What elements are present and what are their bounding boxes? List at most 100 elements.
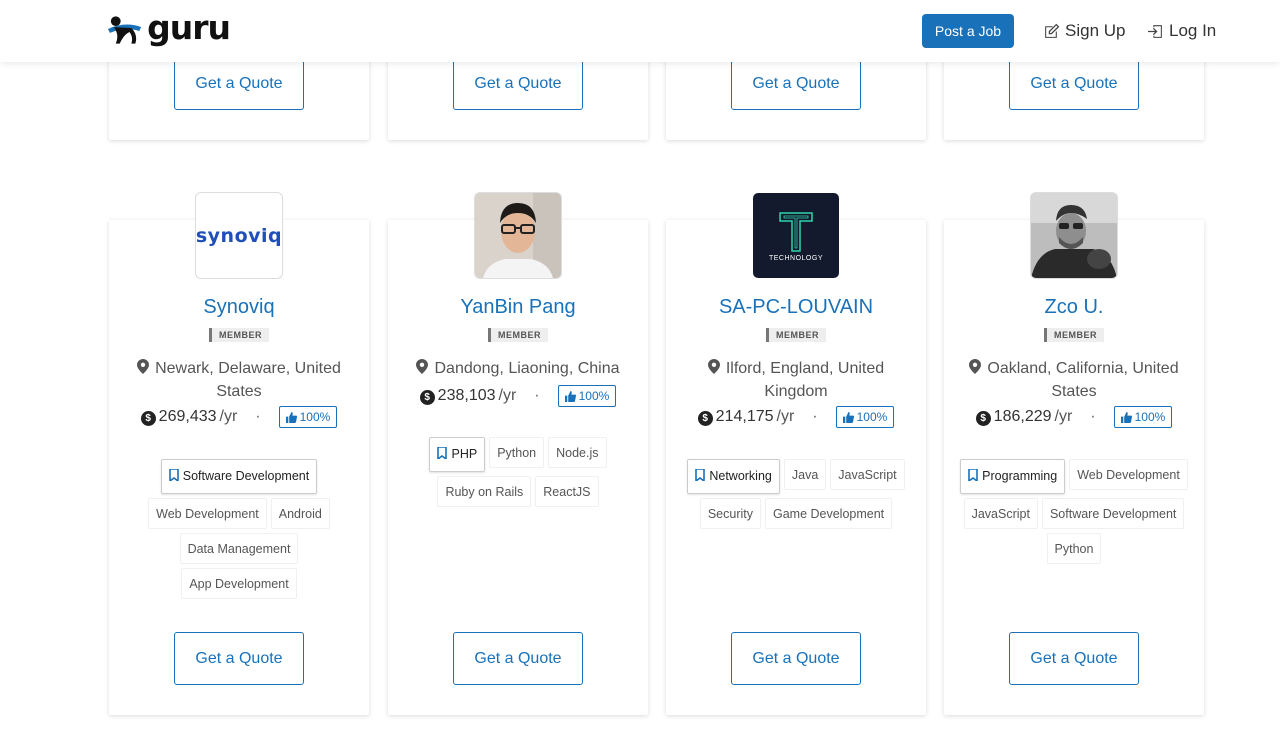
map-pin-icon [137,359,150,374]
freelancer-name[interactable]: YanBin Pang [388,296,648,319]
skill-tag[interactable]: Python [1046,533,1102,564]
dollar-icon: $ [697,411,713,426]
bookmark-icon [695,468,706,483]
member-badge: MEMBER [488,328,548,342]
rating-value: 100% [299,410,331,424]
location: Newark, Delaware, United States [129,357,349,403]
skill-tag[interactable]: Java [783,459,827,490]
synoviq-logo-text: synoviq [196,224,282,247]
skill-tag[interactable]: Game Development [764,498,893,529]
rating-badge: 100% [278,406,338,428]
freelancer-name[interactable]: Synoviq [109,296,369,319]
location: Oakland, California, United States [964,357,1184,403]
thumbs-up-icon [842,411,854,423]
earnings-row: $214,175/yr · 100% [666,406,926,428]
location-text: Ilford, England, United Kingdom [725,360,885,400]
skill-tag-primary[interactable]: Networking [687,459,780,494]
login-icon [1148,24,1162,38]
get-quote-button[interactable]: Get a Quote [453,632,583,685]
sign-up-link[interactable]: Sign Up [1043,19,1125,43]
skill-tag[interactable]: Software Development [1041,498,1185,529]
location-text: Dandong, Liaoning, China [434,360,620,377]
guru-figure-icon [107,16,142,44]
avatar[interactable]: TECHNOLOGY [753,193,839,278]
bookmark-icon [437,446,448,461]
freelancer-name[interactable]: Zco U. [944,296,1204,319]
earnings-period: /yr [219,408,238,425]
log-in-link[interactable]: Log In [1147,19,1216,43]
thumbs-up-icon [564,390,576,402]
freelancer-card: synoviq Synoviq MEMBER Newark, Delaware,… [109,193,369,715]
member-badge: MEMBER [1044,328,1104,342]
skill-tag[interactable]: Android [270,498,330,529]
log-in-label: Log In [1169,21,1217,40]
freelancer-card: TECHNOLOGY SA-PC-LOUVAIN MEMBER Ilford, … [666,193,926,715]
earnings-row: $269,433/yr · 100% [109,406,369,428]
dollar-icon: $ [419,390,435,405]
skill-tag[interactable]: JavaScript [963,498,1038,529]
separator-dot: · [1090,408,1096,425]
edit-icon [1045,23,1060,38]
skill-tag[interactable]: JavaScript [830,459,905,490]
post-job-button[interactable]: Post a Job [922,14,1014,48]
logo-text: guru [147,7,231,47]
avatar[interactable] [475,193,561,278]
skill-tag[interactable]: Security [699,498,761,529]
member-badge: MEMBER [209,328,269,342]
skill-tag[interactable]: App Development [181,568,297,599]
location-text: Oakland, California, United States [987,360,1179,400]
separator-dot: · [812,408,818,425]
earnings-value: 214,175 [715,408,774,425]
thumbs-up-icon [285,411,297,423]
map-pin-icon [416,359,429,374]
guru-logo[interactable]: guru [106,7,231,47]
bookmark-icon [968,468,978,483]
earnings-row: $186,229/yr · 100% [944,406,1204,428]
rating-badge: 100% [1113,406,1173,428]
location: Dandong, Liaoning, China [408,357,628,380]
rating-value: 100% [578,389,610,403]
skill-tag[interactable]: Data Management [179,533,299,564]
separator-dot: · [534,387,540,404]
skill-tag[interactable]: Web Development [148,498,267,529]
earnings-period: /yr [776,408,795,425]
location-text: Newark, Delaware, United States [155,360,341,400]
avatar[interactable] [1031,193,1117,278]
get-quote-button[interactable]: Get a Quote [1009,57,1139,110]
get-quote-button[interactable]: Get a Quote [731,632,861,685]
rating-badge: 100% [557,385,617,407]
get-quote-button[interactable]: Get a Quote [1009,632,1139,685]
map-pin-icon [969,359,982,374]
sign-up-label: Sign Up [1065,21,1126,40]
skill-tag[interactable]: Ruby on Rails [437,476,532,507]
dollar-icon: $ [975,411,991,426]
skill-tag-primary[interactable]: PHP [429,437,486,472]
technology-label: TECHNOLOGY [768,255,823,262]
profile-photo [475,193,561,278]
profile-photo [1031,193,1117,278]
site-header: guru Post a Job Sign Up Log In [0,0,1280,62]
get-quote-button[interactable]: Get a Quote [453,57,583,110]
skill-tag-primary[interactable]: Programming [960,459,1066,494]
location: Ilford, England, United Kingdom [686,357,906,403]
earnings-period: /yr [498,387,517,404]
freelancer-card: YanBin Pang MEMBER Dandong, Liaoning, Ch… [388,193,648,715]
skill-tag[interactable]: Node.js [548,437,607,468]
freelancer-card: Zco U. MEMBER Oakland, California, Unite… [944,193,1204,715]
map-pin-icon [707,359,720,374]
skills-list: Software Development Web Development And… [119,459,359,603]
avatar[interactable]: synoviq [196,193,282,278]
skill-tag[interactable]: Python [489,437,545,468]
skill-tag-primary[interactable]: Software Development [160,459,318,494]
earnings-value: 186,229 [993,408,1052,425]
t-logo-icon [779,212,813,252]
skills-list: Networking Java JavaScript Security Game… [676,459,916,533]
skill-tag[interactable]: ReactJS [535,476,599,507]
get-quote-button[interactable]: Get a Quote [174,57,304,110]
skill-tag[interactable]: Web Development [1069,459,1188,490]
freelancer-name[interactable]: SA-PC-LOUVAIN [666,296,926,319]
get-quote-button[interactable]: Get a Quote [174,632,304,685]
earnings-period: /yr [1054,408,1073,425]
get-quote-button[interactable]: Get a Quote [731,57,861,110]
skills-list: Programming Web Development JavaScript S… [954,459,1194,568]
